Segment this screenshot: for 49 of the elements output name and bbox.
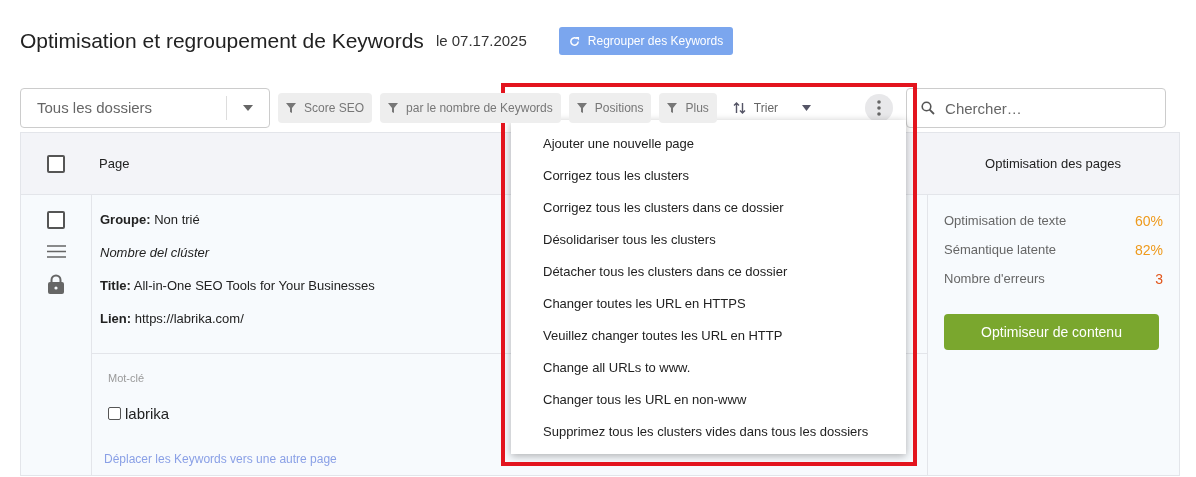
refresh-icon [568,35,580,47]
metric-value: 3 [1155,270,1163,289]
menu-item[interactable]: Détacher tous les clusters dans ce dossier [511,256,906,288]
column-header: Mot-clé [108,371,146,386]
filter-button[interactable]: Plus [659,93,717,123]
checkbox[interactable] [47,211,65,229]
metric-label: Sémantique latente [944,241,1057,259]
menu-item[interactable]: Supprimez tous les clusters vides dans tous les dossiers [511,416,906,448]
checkbox[interactable] [108,407,121,421]
metric-label: Optimisation de texte [944,212,1067,230]
caret-icon [802,105,812,111]
filter-button[interactable]: Positions [568,93,652,123]
sort-icon [732,102,746,114]
lock-icon[interactable] [48,274,64,294]
more-options-button[interactable] [865,94,894,122]
filter-button[interactable]: Score SEO [278,93,373,123]
search-icon [921,101,936,115]
metric-value: 82% [1134,241,1163,260]
column-header: Page [99,155,130,171]
page-date: le 07.17.2025 [435,30,527,51]
menu-item[interactable]: Changer tous les URL en non-www [511,384,906,416]
menu-item[interactable]: Veuillez changer toutes les URL en HTTP [511,320,906,352]
search-field[interactable]: Chercher… [906,88,1167,128]
menu-item[interactable]: Corrigez tous les clusters [511,160,906,192]
filter-icon [388,103,399,113]
filter-icon [667,103,678,113]
page-title: Optimisation et regroupement de Keywords [20,28,424,54]
checkbox[interactable] [47,154,65,173]
folder-select-value: Tous les dossiers [37,97,154,118]
metric-value: 60% [1134,212,1163,231]
column-header: Optimisation des pages [985,155,1121,171]
menu-item[interactable]: Désolidariser tous les clusters [511,224,906,256]
group-label: Groupe: Non trié [100,211,201,229]
menu-item[interactable]: Ajouter une nouvelle page [511,128,906,160]
keyword-text: labrika [125,403,170,424]
menu-item[interactable]: Changer toutes les URL en HTTPS [511,288,906,320]
menu-item[interactable]: Corrigez tous les clusters dans ce dossier [511,192,906,224]
metric-label: Nombre d'erreurs [944,270,1045,288]
cluster-name: Nombre del clúster [100,244,211,262]
filter-button[interactable]: par le nombre de Keywords [380,93,561,123]
filter-icon [286,103,296,113]
filter-icon [576,103,587,113]
vertical-dots-icon [877,100,882,116]
caret-icon [243,105,253,111]
menu-item[interactable]: Change all URLs to www. [511,352,906,384]
folder-select[interactable]: Tous les dossiers [20,88,270,128]
sort-button[interactable]: Trier [724,93,820,123]
drag-handle-icon[interactable] [46,245,66,258]
page-title-text: Title: All-in-One SEO Tools for Your Businesses [100,277,376,295]
